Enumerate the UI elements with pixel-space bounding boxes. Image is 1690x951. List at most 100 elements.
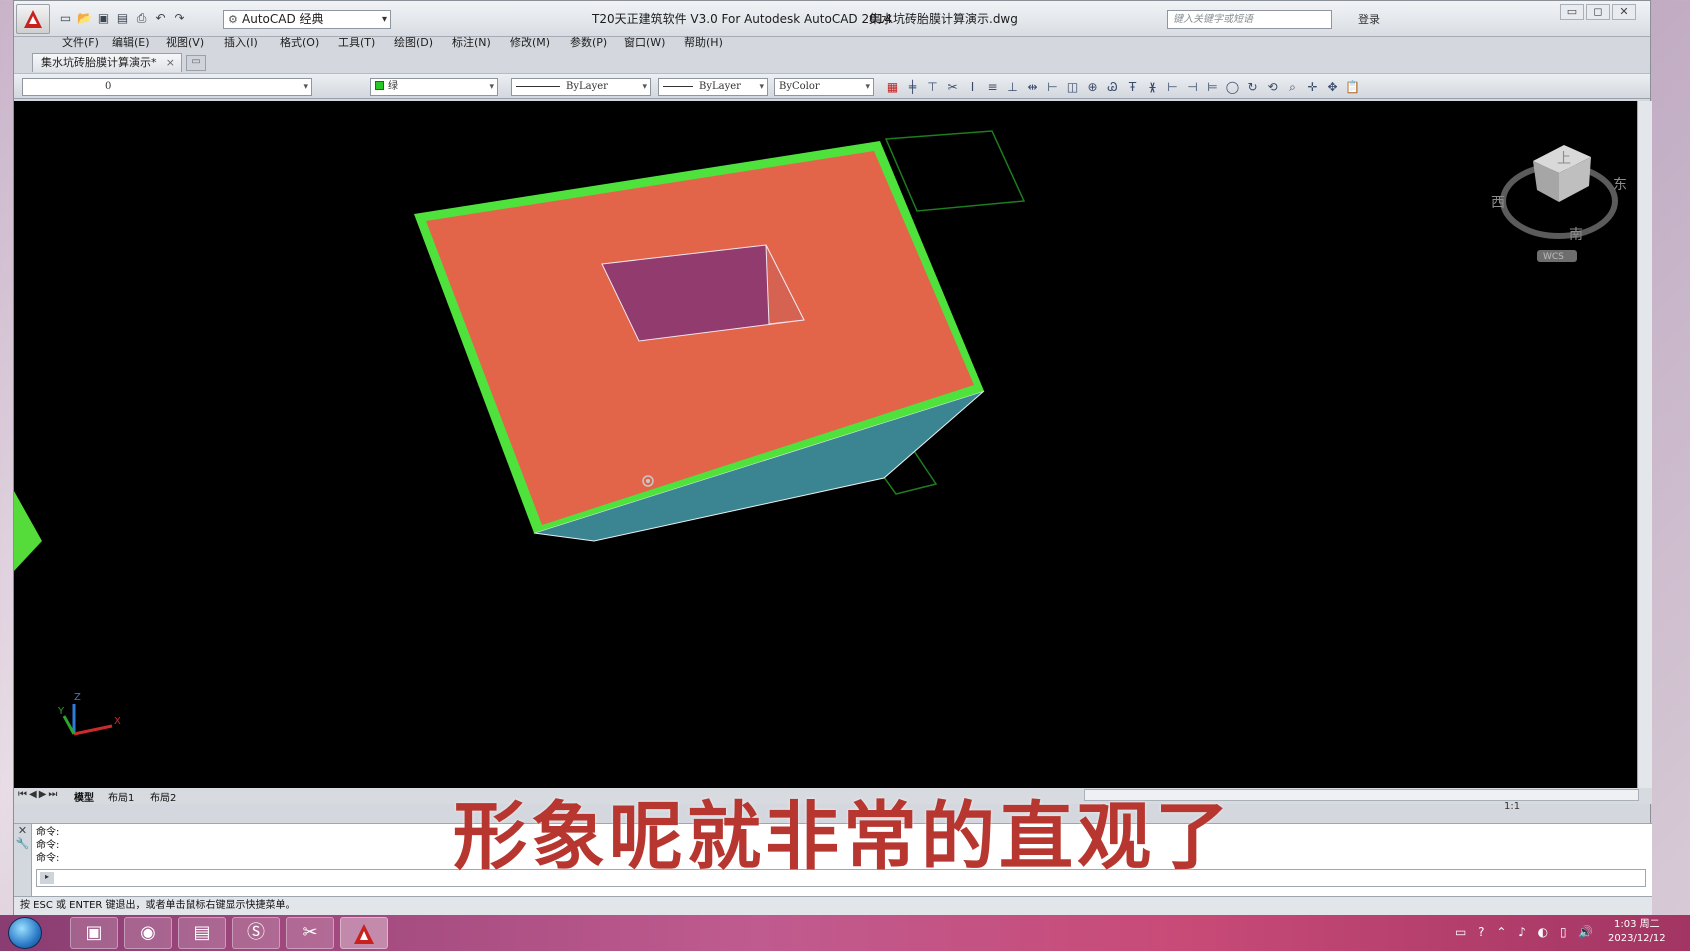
viewcube-east-label[interactable]: 东 xyxy=(1613,177,1627,193)
circle-icon[interactable]: ◯ xyxy=(1224,79,1241,96)
search-input[interactable]: 键入关键字或短语 xyxy=(1167,10,1332,29)
menu-parametric[interactable]: 参数(P) xyxy=(570,34,607,50)
layer-value: 0 xyxy=(105,81,112,92)
new-tab-button[interactable]: ▭ xyxy=(186,55,206,71)
open-icon[interactable]: 📂 xyxy=(77,11,92,26)
quick-access-toolbar: ▭ 📂 ▣ ▤ ⎙ ↶ ↷ xyxy=(58,11,187,26)
close-icon[interactable]: ✕ xyxy=(1612,4,1636,20)
dashed-outline-top xyxy=(884,130,1026,212)
layout-nav-arrows[interactable]: ⏮◀▶⏭ xyxy=(18,789,59,800)
room-icon[interactable]: ⊢ xyxy=(1044,79,1061,96)
viewcube[interactable]: 上 西 东 南 WCS xyxy=(1491,145,1627,262)
application-menu-button[interactable] xyxy=(16,4,50,34)
left-partial-object xyxy=(14,491,42,571)
viewcube-south-label[interactable]: 南 xyxy=(1569,227,1583,243)
taskbar-app-calculator[interactable]: ▤ xyxy=(178,917,226,949)
menu-view[interactable]: 视图(V) xyxy=(166,34,204,50)
tianzheng-toolbar: ▦ ╪ ⊤ ✂ Ⅰ ≡ ⊥ ⇹ ⊢ ◫ ⊕ Ꮚ Ŧ ᚕ ⊢ ⊣ ⊨ ◯ ↻ ⟲ … xyxy=(884,79,1361,96)
base-icon[interactable]: ⊥ xyxy=(1004,79,1021,96)
taskbar-app-browser[interactable]: Ⓢ xyxy=(232,917,280,949)
document-tab[interactable]: 集水坑砖胎膜计算演示* × xyxy=(32,53,182,72)
tab-model[interactable]: 模型 xyxy=(74,789,94,804)
save-as-icon[interactable]: ▤ xyxy=(115,11,130,26)
taskbar-app-capcut[interactable]: ✂ xyxy=(286,917,334,949)
align-icon[interactable]: Ⅰ xyxy=(964,79,981,96)
stair-icon[interactable]: ≡ xyxy=(984,79,1001,96)
taskbar-app-wechat[interactable]: ◉ xyxy=(124,917,172,949)
maximize-icon[interactable]: ◻ xyxy=(1586,4,1610,20)
dim-3-icon[interactable]: ⊨ xyxy=(1204,79,1221,96)
menu-insert[interactable]: 插入(I) xyxy=(224,34,258,50)
pan-icon[interactable]: ✥ xyxy=(1324,79,1341,96)
taskbar-app-paint[interactable]: ▣ xyxy=(70,917,118,949)
viewcube-west-label[interactable]: 西 xyxy=(1491,195,1505,211)
menu-format[interactable]: 格式(O) xyxy=(280,34,319,50)
redo-icon[interactable]: ↷ xyxy=(172,11,187,26)
new-icon[interactable]: ▭ xyxy=(58,11,73,26)
color-select[interactable]: 绿 xyxy=(370,78,498,96)
ucs-x-label: X xyxy=(114,716,121,727)
annotation-scale[interactable]: 1:1 xyxy=(1504,801,1520,812)
window-icon[interactable]: ◫ xyxy=(1064,79,1081,96)
menu-modify[interactable]: 修改(M) xyxy=(510,34,550,50)
plotstyle-select[interactable]: ByColor xyxy=(774,78,874,96)
dim-2-icon[interactable]: ⊣ xyxy=(1184,79,1201,96)
drawing-viewport[interactable]: 上 西 东 南 WCS Z X Y xyxy=(14,101,1637,788)
save-icon[interactable]: ▣ xyxy=(96,11,111,26)
menu-file[interactable]: 文件(F) xyxy=(62,34,99,50)
command-prompt-icon[interactable]: ▸ xyxy=(40,872,54,884)
dim-1-icon[interactable]: ⊢ xyxy=(1164,79,1181,96)
mirror-icon[interactable]: ⇹ xyxy=(1024,79,1041,96)
close-tab-icon[interactable]: × xyxy=(166,54,175,72)
menu-help[interactable]: 帮助(H) xyxy=(684,34,723,50)
vertical-scrollbar[interactable] xyxy=(1637,101,1652,788)
taskbar-app-autocad[interactable] xyxy=(340,917,388,949)
autocad-taskbar-icon xyxy=(354,924,374,944)
text-icon[interactable]: Ꮚ xyxy=(1104,79,1121,96)
search-tool-icon[interactable]: ⌕ xyxy=(1284,79,1301,96)
menu-window[interactable]: 窗口(W) xyxy=(624,34,665,50)
menu-edit[interactable]: 编辑(E) xyxy=(112,34,150,50)
status-bar: 按 ESC 或 ENTER 键退出，或者单击鼠标右键显示快捷菜单。 xyxy=(14,896,1652,915)
document-tab-label: 集水坑砖胎膜计算演示* xyxy=(41,56,157,69)
tab-layout1[interactable]: 布局1 xyxy=(108,789,134,804)
lineweight-value: ByLayer xyxy=(699,81,741,92)
menu-bar: 文件(F) 编辑(E) 视图(V) 插入(I) 格式(O) 工具(T) 绘图(D… xyxy=(14,31,1650,51)
login-button[interactable]: 登录 xyxy=(1358,11,1380,27)
layer-select[interactable]: 0 xyxy=(22,78,312,96)
system-tray[interactable]: ▭ ? ⌃ ♪ ◐ ▯ 🔊 xyxy=(1455,925,1597,939)
command-line-handle[interactable]: ✕ 🔧 xyxy=(14,824,32,898)
properties-toolbar: 0 绿 ByLayer ByLayer ByColor ▦ ╪ ⊤ ✂ Ⅰ ≡ … xyxy=(14,73,1650,99)
model-3d-canvas[interactable]: 上 西 东 南 WCS Z X Y xyxy=(14,101,1637,788)
symbol-icon[interactable]: ᚕ xyxy=(1144,79,1161,96)
axis-icon[interactable]: ╪ xyxy=(904,79,921,96)
minimize-icon[interactable]: ▭ xyxy=(1560,4,1584,20)
window-controls: ▭ ◻ ✕ xyxy=(1560,4,1636,20)
tab-layout2[interactable]: 布局2 xyxy=(150,789,176,804)
linetype-select[interactable]: ByLayer xyxy=(511,78,651,96)
grid-icon[interactable]: ▦ xyxy=(884,79,901,96)
ucs-icon: Z X Y xyxy=(57,692,121,736)
undo-icon[interactable]: ↶ xyxy=(153,11,168,26)
annotation-status-tray: 1:1 xyxy=(1504,801,1652,821)
taskbar-clock[interactable]: 1:03 周二 2023/12/12 xyxy=(1608,918,1666,946)
menu-dimension[interactable]: 标注(N) xyxy=(452,34,491,50)
menu-tools[interactable]: 工具(T) xyxy=(338,34,375,50)
start-button[interactable] xyxy=(8,917,42,949)
array-icon[interactable]: ⟲ xyxy=(1264,79,1281,96)
lineweight-select[interactable]: ByLayer xyxy=(658,78,768,96)
column-icon[interactable]: ⊤ xyxy=(924,79,941,96)
menu-draw[interactable]: 绘图(D) xyxy=(394,34,433,50)
status-text: 按 ESC 或 ENTER 键退出，或者单击鼠标右键显示快捷菜单。 xyxy=(20,900,296,911)
print-icon[interactable]: ⎙ xyxy=(134,11,149,26)
point-icon[interactable]: ⊕ xyxy=(1084,79,1101,96)
wall-icon[interactable]: ✂ xyxy=(944,79,961,96)
label-icon[interactable]: Ŧ xyxy=(1124,79,1141,96)
move-icon[interactable]: ✛ xyxy=(1304,79,1321,96)
rotate-icon[interactable]: ↻ xyxy=(1244,79,1261,96)
ucs-y-label: Y xyxy=(57,706,65,717)
command-history-line: 命令: xyxy=(36,840,60,851)
autocad-logo-icon xyxy=(24,10,42,28)
clipboard-icon[interactable]: 📋 xyxy=(1344,79,1361,96)
workspace-select[interactable]: AutoCAD 经典 xyxy=(223,10,391,29)
